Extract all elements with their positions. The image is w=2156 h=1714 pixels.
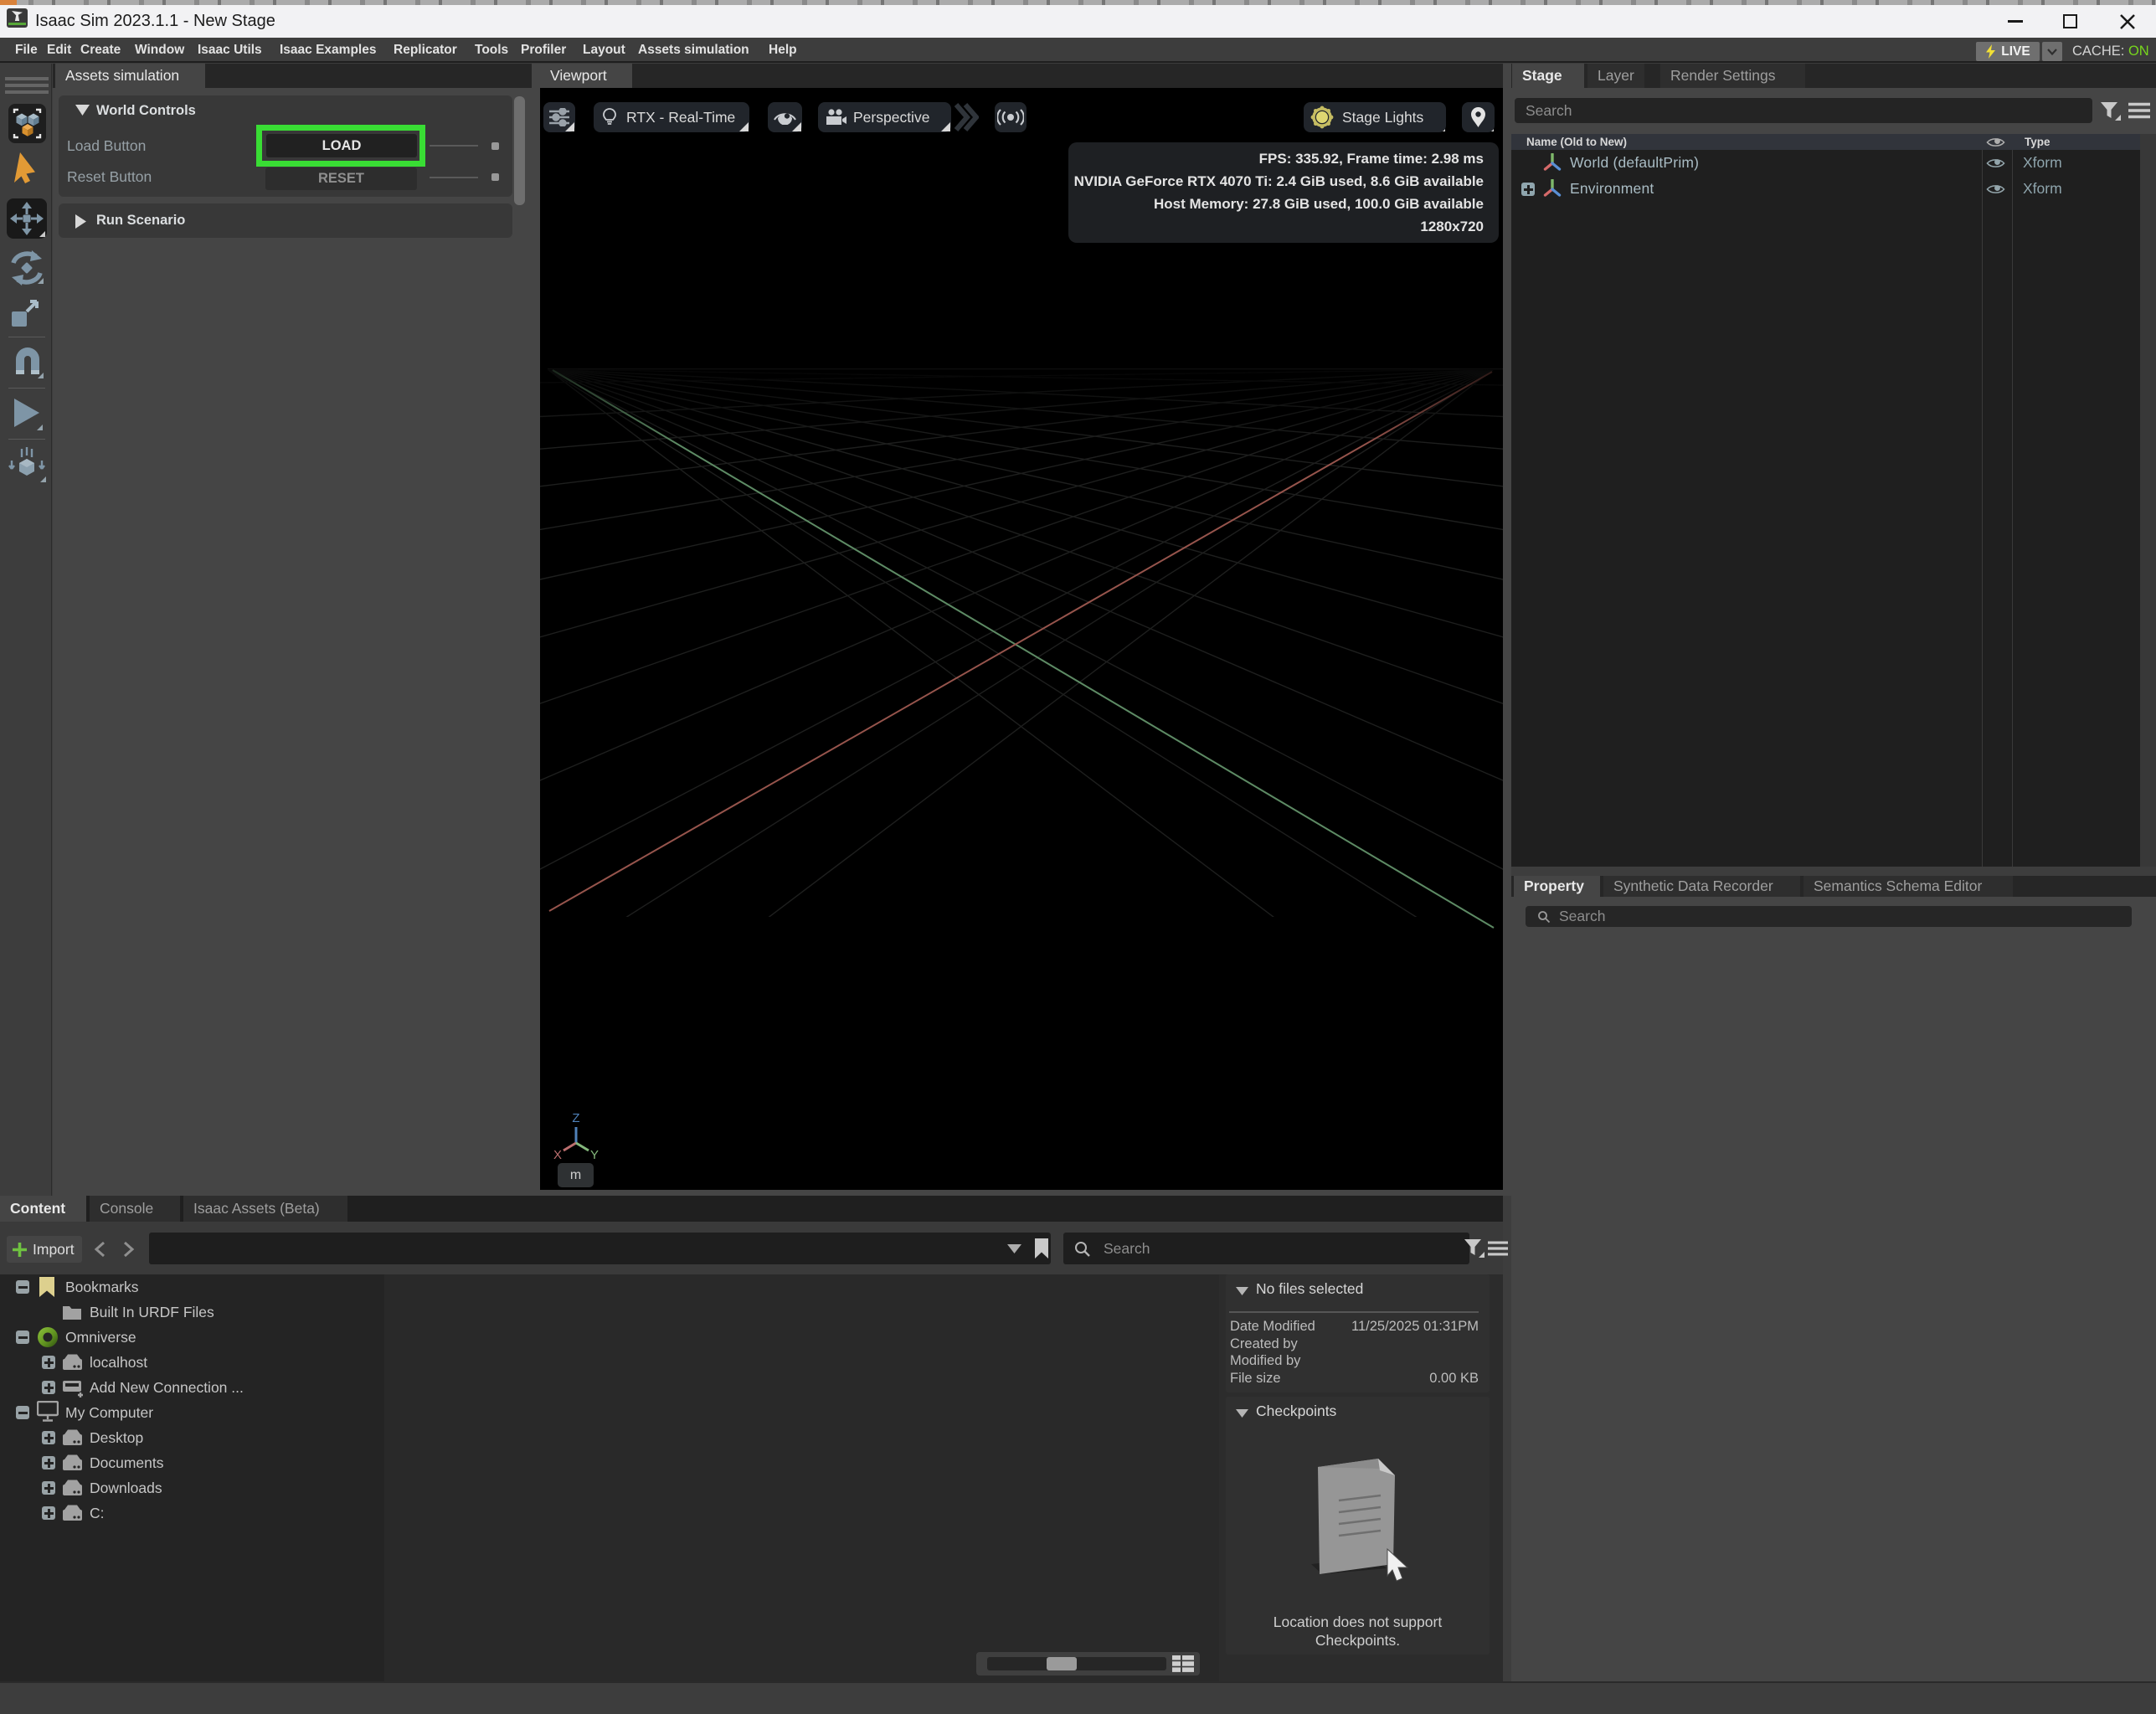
svg-text:X: X [553,1148,562,1162]
svg-text:Z: Z [572,1111,579,1125]
svg-text:Y: Y [590,1148,599,1162]
